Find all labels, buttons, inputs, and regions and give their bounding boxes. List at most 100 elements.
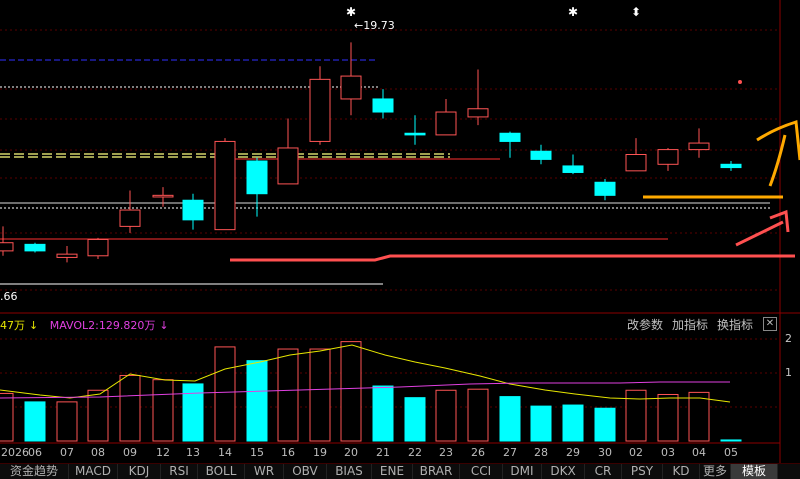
tab-10[interactable]: CCI — [460, 464, 503, 479]
candles — [0, 42, 742, 263]
candle-body[interactable] — [340, 75, 362, 100]
tab-16[interactable]: 更多 — [700, 464, 731, 479]
candle-body[interactable] — [24, 243, 46, 252]
candle-body[interactable] — [246, 160, 268, 195]
volume-bar — [467, 388, 489, 442]
tab-17[interactable]: 模板 — [731, 464, 778, 479]
date-label: 19 — [313, 446, 327, 459]
volume-bar — [657, 393, 679, 442]
volume-bar — [56, 401, 78, 442]
marker-star-2: ✱ — [568, 5, 578, 19]
date-label: 09 — [123, 446, 137, 459]
volume-bar — [182, 383, 204, 442]
tab-12[interactable]: DKX — [542, 464, 585, 479]
date-label: 26 — [471, 446, 485, 459]
candle-body[interactable] — [56, 253, 78, 258]
date-label: 23 — [439, 446, 453, 459]
candle-body[interactable] — [594, 181, 616, 196]
candle-body[interactable] — [0, 242, 14, 252]
red-drawn-line — [230, 254, 795, 262]
volume-bar — [435, 389, 457, 442]
tab-11[interactable]: DMI — [503, 464, 542, 479]
date-label: 29 — [566, 446, 580, 459]
volume-bar — [688, 391, 710, 442]
candle-body[interactable] — [309, 78, 331, 142]
candle-body[interactable] — [152, 194, 174, 198]
candle-body[interactable] — [277, 147, 299, 185]
date-label: 14 — [218, 446, 232, 459]
tab-13[interactable]: CR — [585, 464, 622, 479]
candle-body[interactable] — [657, 149, 679, 165]
candle-body[interactable] — [182, 199, 204, 221]
mavol2-line — [0, 381, 730, 399]
change-params-button[interactable]: 改参数 — [627, 316, 663, 333]
volume-bars — [0, 341, 742, 442]
candle-body[interactable] — [562, 165, 584, 173]
candle-body[interactable] — [435, 111, 457, 136]
switch-indicator-button[interactable]: 换指标 — [717, 316, 753, 333]
mavol2-arrow-icon: ↓ — [159, 319, 169, 332]
red-dot — [738, 80, 742, 84]
date-label: 30 — [598, 446, 612, 459]
volume-bar — [152, 379, 174, 442]
tab-7[interactable]: BIAS — [327, 464, 372, 479]
mavol1-label: 47万 — [0, 319, 25, 332]
candle-body[interactable] — [625, 154, 647, 172]
date-label: 22 — [408, 446, 422, 459]
high-price-label: ←19.73 — [354, 19, 395, 32]
candle-body[interactable] — [87, 238, 109, 257]
tab-3[interactable]: RSI — [161, 464, 198, 479]
candle-body[interactable] — [372, 98, 394, 113]
candle-body[interactable] — [499, 132, 521, 142]
volume-bar — [0, 392, 14, 442]
candle-body[interactable] — [467, 108, 489, 118]
add-indicator-button[interactable]: 加指标 — [672, 316, 708, 333]
candle-body[interactable] — [404, 132, 426, 136]
volume-bar — [246, 360, 268, 442]
tab-2[interactable]: KDJ — [118, 464, 161, 479]
date-label: 08 — [91, 446, 105, 459]
low-price-label: .66 — [0, 290, 18, 303]
date-label: 27 — [503, 446, 517, 459]
candle-body[interactable] — [214, 140, 236, 231]
close-icon[interactable]: ✕ — [763, 317, 777, 331]
volume-bar — [24, 401, 46, 442]
tab-14[interactable]: PSY — [622, 464, 663, 479]
volume-bar — [214, 346, 236, 442]
volume-header: 47万 ↓ MAVOL2:129.820万 ↓ — [0, 317, 173, 333]
date-label: 20 — [344, 446, 358, 459]
candle-body[interactable] — [688, 142, 710, 151]
date-label: 06 — [28, 446, 42, 459]
volume-bar — [87, 389, 109, 442]
candle-body[interactable] — [119, 209, 141, 227]
date-label: 12 — [156, 446, 170, 459]
volume-bar — [119, 374, 141, 442]
mavol2-label: MAVOL2:129.820万 — [49, 319, 156, 332]
volume-bar — [404, 397, 426, 442]
marker-updown: ⬍ — [631, 5, 641, 19]
volume-bar — [340, 341, 362, 442]
tab-1[interactable]: MACD — [69, 464, 118, 479]
tab-4[interactable]: BOLL — [198, 464, 245, 479]
kline-chart[interactable]: ✱ ✱ ⬍ — [0, 0, 800, 478]
candle-body[interactable] — [530, 150, 552, 160]
volume-bar — [372, 385, 394, 442]
candle-body[interactable] — [720, 163, 742, 169]
tab-8[interactable]: ENE — [372, 464, 413, 479]
tab-5[interactable]: WR — [245, 464, 284, 479]
date-label: 02 — [629, 446, 643, 459]
tab-6[interactable]: OBV — [284, 464, 327, 479]
date-label: 04 — [692, 446, 706, 459]
date-label: 21 — [376, 446, 390, 459]
volume-bar — [625, 389, 647, 442]
volume-bar — [309, 348, 331, 442]
volume-bar — [530, 405, 552, 442]
date-label: 28 — [534, 446, 548, 459]
year-label: 2026 — [1, 446, 29, 459]
tab-15[interactable]: KD — [663, 464, 700, 479]
volume-axis-tick-2: 2 — [785, 332, 792, 345]
volume-bar — [720, 439, 742, 442]
volume-bar — [499, 396, 521, 442]
tab-9[interactable]: BRAR — [413, 464, 460, 479]
tab-0[interactable]: 资金趋势 — [0, 464, 69, 479]
